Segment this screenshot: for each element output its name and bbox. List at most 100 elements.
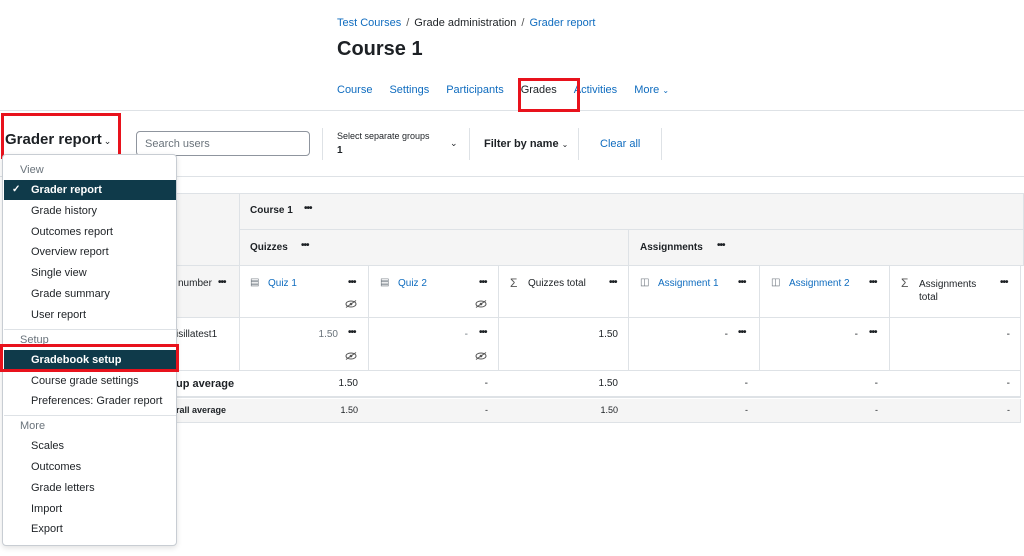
dropdown-item-grader-report[interactable]: ✓ Grader report xyxy=(4,180,176,200)
breadcrumb-grade-administration[interactable]: Grade administration xyxy=(414,17,516,29)
column-link-quiz-1[interactable]: Quiz 1 xyxy=(268,278,297,289)
course-header-label: Course 1 xyxy=(250,205,293,216)
dropdown-item-grade-summary[interactable]: Grade summary xyxy=(4,284,176,304)
secondary-navigation: Course Settings Participants Grades Acti… xyxy=(337,84,669,96)
dropdown-heading-view: View xyxy=(20,164,44,176)
column-link-quiz-2[interactable]: Quiz 2 xyxy=(398,278,427,289)
dropdown-item-preferences-grader-report[interactable]: Preferences: Grader report xyxy=(4,391,176,411)
grader-table: number ••• Course 1 ••• Quizzes ••• Assi… xyxy=(175,193,1024,423)
dropdown-item-user-report[interactable]: User report xyxy=(4,305,176,325)
column-link-assignment-1[interactable]: Assignment 1 xyxy=(658,278,719,289)
grade-cell[interactable] xyxy=(240,318,369,371)
chevron-down-icon: ⌄ xyxy=(561,140,569,149)
average-value: - xyxy=(1006,378,1010,389)
column-header-quiz-2 xyxy=(369,266,499,318)
more-actions-icon[interactable]: ••• xyxy=(717,240,725,251)
breadcrumb-link-grader-report[interactable]: Grader report xyxy=(529,17,595,29)
more-actions-icon[interactable]: ••• xyxy=(869,327,877,338)
group-select-label: Select separate groups xyxy=(337,131,430,141)
column-link-assignment-2[interactable]: Assignment 2 xyxy=(789,278,850,289)
tab-activities[interactable]: Activities xyxy=(574,84,617,96)
grade-value: - xyxy=(464,329,468,340)
average-value: - xyxy=(484,378,488,389)
dropdown-item-outcomes-report[interactable]: Outcomes report xyxy=(4,222,176,242)
dropdown-item-single-view[interactable]: Single view xyxy=(4,263,176,283)
highlight-box-report-selector xyxy=(1,113,121,159)
grade-cell[interactable] xyxy=(760,318,890,371)
student-name[interactable]: isillatest1 xyxy=(176,329,217,340)
column-header-quiz-1 xyxy=(240,266,369,318)
more-actions-icon[interactable]: ••• xyxy=(304,203,312,214)
highlight-box-grades-tab xyxy=(518,78,580,112)
more-actions-icon[interactable]: ••• xyxy=(609,277,617,288)
toolbar-divider xyxy=(469,128,470,160)
course-header-row xyxy=(240,193,1024,230)
tab-participants[interactable]: Participants xyxy=(446,84,503,96)
column-header-assignment-1 xyxy=(629,266,760,318)
sigma-icon: Σ xyxy=(901,276,909,290)
filter-by-name-label: Filter by name xyxy=(484,138,559,150)
dropdown-item-overview-report[interactable]: Overview report xyxy=(4,242,176,262)
more-actions-icon[interactable]: ••• xyxy=(869,277,877,288)
tab-settings[interactable]: Settings xyxy=(389,84,429,96)
dropdown-item-import[interactable]: Import xyxy=(4,499,176,519)
dropdown-item-label: Grader report xyxy=(31,184,102,196)
column-header-quizzes-total xyxy=(499,266,629,318)
dropdown-item-grade-letters[interactable]: Grade letters xyxy=(4,478,176,498)
tab-more[interactable]: More ⌄ xyxy=(634,84,669,96)
more-actions-icon[interactable]: ••• xyxy=(479,327,487,338)
more-actions-icon[interactable]: ••• xyxy=(1000,277,1008,288)
average-value: - xyxy=(745,405,748,415)
dropdown-item-course-grade-settings[interactable]: Course grade settings xyxy=(4,371,176,391)
grade-cell[interactable] xyxy=(369,318,499,371)
toolbar-divider xyxy=(322,128,323,160)
breadcrumb-separator: / xyxy=(406,17,410,29)
filter-by-name-button[interactable]: Filter by name ⌄ xyxy=(484,138,568,150)
chevron-down-icon: ⌄ xyxy=(662,86,670,95)
average-value: 1.50 xyxy=(598,378,618,389)
breadcrumb-link-test-courses[interactable]: Test Courses xyxy=(337,17,401,29)
search-users-input[interactable] xyxy=(136,131,310,156)
assignment-icon: ◫ xyxy=(771,277,781,288)
quiz-icon: ▤ xyxy=(380,277,390,288)
dropdown-divider xyxy=(4,415,176,416)
assignment-icon: ◫ xyxy=(640,277,650,288)
breadcrumb: Test Courses / Grade administration / Grader… xyxy=(337,17,595,29)
average-value: 1.50 xyxy=(600,405,618,415)
average-value: - xyxy=(875,405,878,415)
dropdown-item-grade-history[interactable]: Grade history xyxy=(4,201,176,221)
column-label-quizzes-total: Quizzes total xyxy=(528,278,586,289)
grade-value: 1.50 xyxy=(598,329,618,340)
group-select-value[interactable]: 1 xyxy=(337,145,343,156)
grade-value: 1.50 xyxy=(318,329,338,340)
toolbar-divider xyxy=(661,128,662,160)
tab-more-label: More xyxy=(634,84,660,96)
dropdown-item-scales[interactable]: Scales xyxy=(4,436,176,456)
grade-cell[interactable] xyxy=(629,318,760,371)
grade-cell xyxy=(890,318,1021,371)
average-value: - xyxy=(874,378,878,389)
tab-course[interactable]: Course xyxy=(337,84,372,96)
hidden-eye-icon xyxy=(345,300,357,308)
dropdown-heading-more: More xyxy=(20,420,46,432)
more-actions-icon[interactable]: ••• xyxy=(348,327,356,338)
grade-value: - xyxy=(724,329,728,340)
more-actions-icon[interactable]: ••• xyxy=(738,277,746,288)
overall-average-label: rall average xyxy=(176,405,227,415)
hidden-eye-icon xyxy=(475,300,487,308)
dropdown-item-export[interactable]: Export xyxy=(4,519,176,539)
more-actions-icon[interactable]: ••• xyxy=(479,277,487,288)
id-column-label[interactable]: number xyxy=(178,278,212,289)
category-quizzes-label: Quizzes xyxy=(250,242,288,253)
more-actions-icon[interactable]: ••• xyxy=(301,240,309,251)
dropdown-item-outcomes[interactable]: Outcomes xyxy=(4,457,176,477)
more-actions-icon[interactable]: ••• xyxy=(738,327,746,338)
more-actions-icon[interactable]: ••• xyxy=(348,277,356,288)
chevron-down-icon[interactable]: ⌄ xyxy=(450,138,458,149)
dropdown-divider xyxy=(4,329,176,330)
grade-value: - xyxy=(854,329,858,340)
more-actions-icon[interactable]: ••• xyxy=(218,277,226,288)
average-value: 1.50 xyxy=(338,378,358,389)
table-header-blank xyxy=(175,193,240,266)
clear-all-link[interactable]: Clear all xyxy=(600,138,640,150)
